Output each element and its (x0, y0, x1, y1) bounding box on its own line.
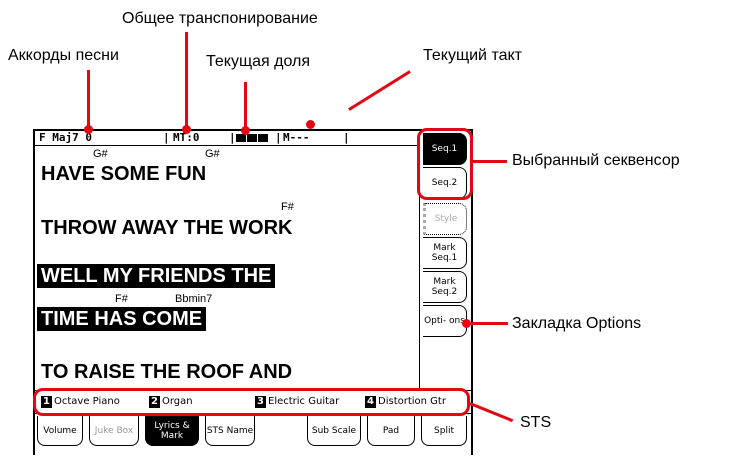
callout-current-measure: Текущий такт (423, 47, 522, 64)
callout-song-chords: Аккорды песни (8, 47, 119, 64)
callout-dot-song-chords (84, 125, 93, 134)
bottom-tabs: Volume Juke Box Lyrics & Mark STS Name S… (35, 413, 471, 458)
tab-pad[interactable]: Pad (367, 416, 415, 446)
tab-style[interactable]: Style (423, 203, 467, 235)
tab-split[interactable]: Split (421, 416, 467, 446)
callout-global-transpose: Общее транспонирование (122, 10, 318, 27)
status-bar: F Maj7 0 | MT:0 | | M--- | (35, 131, 419, 146)
tab-mark-seq1[interactable]: Mark Seq.1 (423, 237, 467, 269)
status-separator-3: | (343, 131, 350, 144)
tab-lyrics-mark[interactable]: Lyrics & Mark (145, 416, 199, 446)
chord-label: F# (115, 293, 128, 305)
callout-box-sts (33, 388, 470, 416)
chord-label: F# (281, 201, 294, 213)
tab-sts-name[interactable]: STS Name (205, 416, 255, 446)
tab-sub-scale[interactable]: Sub Scale (307, 416, 361, 446)
lyric-line-highlighted: TIME HAS COME (37, 307, 207, 331)
chord-label: Bbmin7 (175, 293, 213, 305)
callout-line-options (470, 322, 508, 325)
callout-dot-options (462, 319, 471, 328)
callout-dot-current-beat (241, 126, 250, 135)
callout-line-sts (469, 402, 514, 423)
callout-line-song-chords (87, 70, 90, 132)
chord-label: G# (205, 148, 220, 160)
chord-label: G# (93, 148, 108, 160)
lyric-line-highlighted: WELL MY FRIENDS THE (37, 264, 276, 288)
callout-line-global-transpose (185, 32, 188, 132)
callout-dot-current-measure (306, 120, 315, 129)
callout-selected-sequencer: Выбранный секвенсор (512, 152, 680, 169)
callout-line-sequencer (473, 160, 507, 163)
tab-options[interactable]: Opti- ons (423, 305, 467, 337)
lyrics-area: G# G# HAVE SOME FUN F# THROW AWAY THE WO… (35, 146, 420, 390)
callout-sts: STS (520, 414, 552, 431)
status-chord: F Maj7 0 (39, 131, 92, 144)
lyric-line: TO RAISE THE ROOF AND (41, 361, 293, 383)
status-measure: M--- (283, 131, 310, 144)
lyric-line: THROW AWAY THE WORK (41, 217, 293, 239)
status-separator-2: | (275, 131, 282, 144)
tab-juke-box[interactable]: Juke Box (89, 416, 139, 446)
tab-mark-seq2[interactable]: Mark Seq.2 (423, 271, 467, 303)
lyric-line: HAVE SOME FUN (41, 163, 207, 185)
callout-dot-global-transpose (182, 125, 191, 134)
callout-line-current-measure (348, 70, 411, 111)
callout-current-beat: Текущая доля (206, 53, 311, 70)
status-separator: | (163, 131, 170, 144)
tab-volume[interactable]: Volume (37, 416, 83, 446)
callout-box-sequencer (417, 128, 473, 200)
callout-options-tab: Закладка Options (512, 315, 642, 332)
